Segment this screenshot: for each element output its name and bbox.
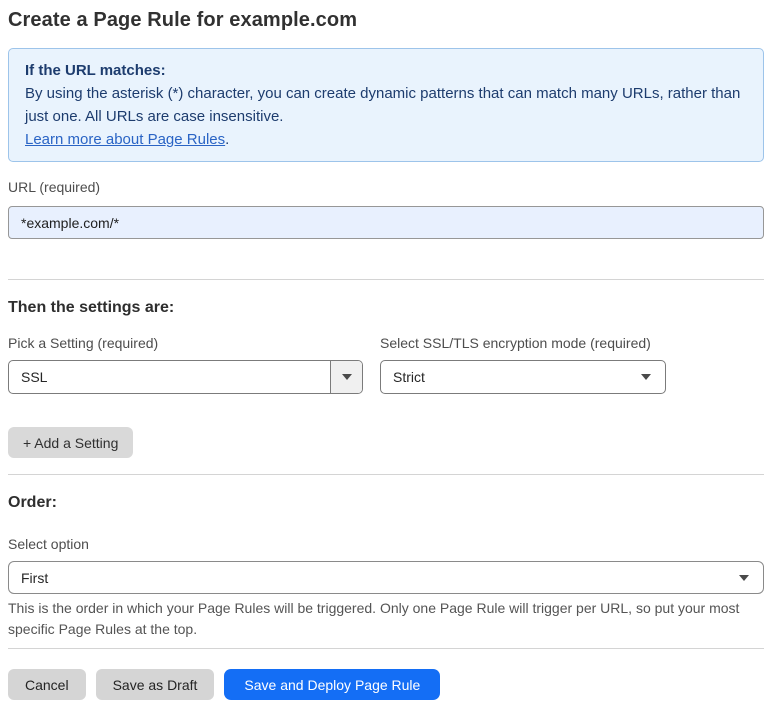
order-section-heading: Order: (8, 494, 57, 511)
pick-setting-select[interactable]: SSL (8, 360, 363, 394)
save-as-draft-button[interactable]: Save as Draft (95, 669, 215, 700)
order-select-value: First (21, 569, 49, 586)
chevron-down-icon (330, 361, 362, 393)
cancel-button[interactable]: Cancel (8, 669, 86, 700)
encryption-mode-label: Select SSL/TLS encryption mode (required… (380, 335, 651, 351)
create-page-rule-panel: Create a Page Rule for example.com If th… (0, 6, 772, 700)
page-title: Create a Page Rule for example.com (8, 9, 358, 31)
url-input[interactable] (8, 206, 764, 239)
pick-setting-value: SSL (21, 369, 48, 385)
pick-setting-label: Pick a Setting (required) (8, 335, 159, 351)
url-match-info-box: If the URL matches: By using the asteris… (8, 48, 764, 162)
chevron-down-icon (739, 574, 749, 581)
link-suffix: . (225, 131, 230, 148)
add-setting-button[interactable]: + Add a Setting (8, 427, 134, 458)
section-divider (8, 648, 764, 649)
order-select-label: Select option (8, 536, 89, 552)
section-divider (8, 279, 764, 280)
section-divider (8, 474, 764, 475)
pick-setting-column: Pick a Setting (required) SSL (8, 334, 363, 394)
order-help-text: This is the order in which your Page Rul… (8, 600, 740, 637)
encryption-mode-select[interactable]: Strict (380, 360, 666, 394)
info-box-body: By using the asterisk (*) character, you… (25, 85, 741, 125)
settings-row: Pick a Setting (required) SSL Select SSL… (8, 334, 764, 394)
info-box-link-line: Learn more about Page Rules. (25, 128, 747, 151)
order-select[interactable]: First (8, 561, 764, 594)
settings-section-heading: Then the settings are: (8, 299, 175, 316)
info-box-heading: If the URL matches: (25, 62, 166, 79)
url-label: URL (required) (8, 179, 101, 195)
footer-button-row: Cancel Save as Draft Save and Deploy Pag… (8, 669, 764, 700)
chevron-down-icon (641, 374, 651, 380)
save-and-deploy-button[interactable]: Save and Deploy Page Rule (224, 669, 441, 700)
learn-more-link[interactable]: Learn more about Page Rules (25, 131, 225, 148)
encryption-mode-column: Select SSL/TLS encryption mode (required… (380, 334, 666, 394)
encryption-mode-value: Strict (393, 369, 425, 385)
